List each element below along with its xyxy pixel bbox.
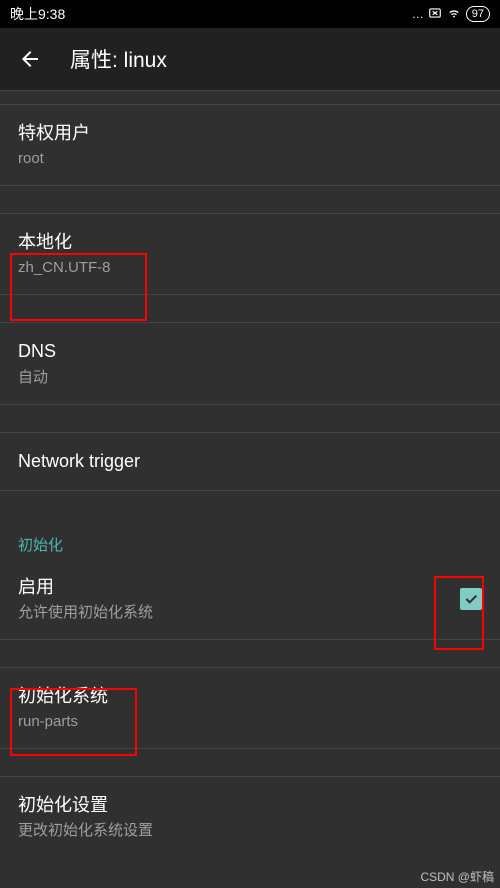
page-title: 属性: linux [70,44,167,74]
watermark: CSDN @虾稿 [420,868,494,885]
setting-title: DNS [18,339,482,364]
back-arrow-icon[interactable] [18,47,42,71]
setting-enable-init[interactable]: 启用 允许使用初始化系统 [0,559,500,639]
setting-title: 特权用户 [18,121,482,146]
setting-localization[interactable]: 本地化 zh_CN.UTF-8 [0,213,500,294]
setting-title: 本地化 [18,230,482,255]
status-indicators: … 97 [412,6,490,23]
status-dots-icon: … [412,7,424,21]
setting-value: 自动 [18,367,482,388]
battery-icon: 97 [466,6,490,22]
setting-subtitle: 允许使用初始化系统 [18,602,460,623]
setting-privileged-user[interactable]: 特权用户 root [0,104,500,185]
check-icon [463,591,479,607]
app-bar: 属性: linux [0,28,500,90]
setting-value: root [18,148,482,169]
setting-title: 启用 [18,575,460,600]
setting-value: run-parts [18,711,482,732]
setting-dns[interactable]: DNS 自动 [0,322,500,403]
status-time: 晚上9:38 [10,4,65,24]
setting-network-trigger[interactable]: Network trigger [0,432,500,490]
setting-title: Network trigger [18,449,482,474]
status-bar: 晚上9:38 … 97 [0,0,500,28]
checkbox-enable-init[interactable] [460,588,482,610]
wifi-icon [446,6,462,23]
setting-init-settings[interactable]: 初始化设置 更改初始化系统设置 [0,776,500,857]
setting-title: 初始化设置 [18,793,482,818]
setting-title: 初始化系统 [18,684,482,709]
setting-value: zh_CN.UTF-8 [18,257,482,278]
setting-subtitle: 更改初始化系统设置 [18,820,482,841]
section-header-init: 初始化 [0,518,500,559]
settings-list: 特权用户 root 本地化 zh_CN.UTF-8 DNS 自动 Network… [0,90,500,857]
status-x-icon [428,6,442,23]
setting-init-system[interactable]: 初始化系统 run-parts [0,667,500,748]
